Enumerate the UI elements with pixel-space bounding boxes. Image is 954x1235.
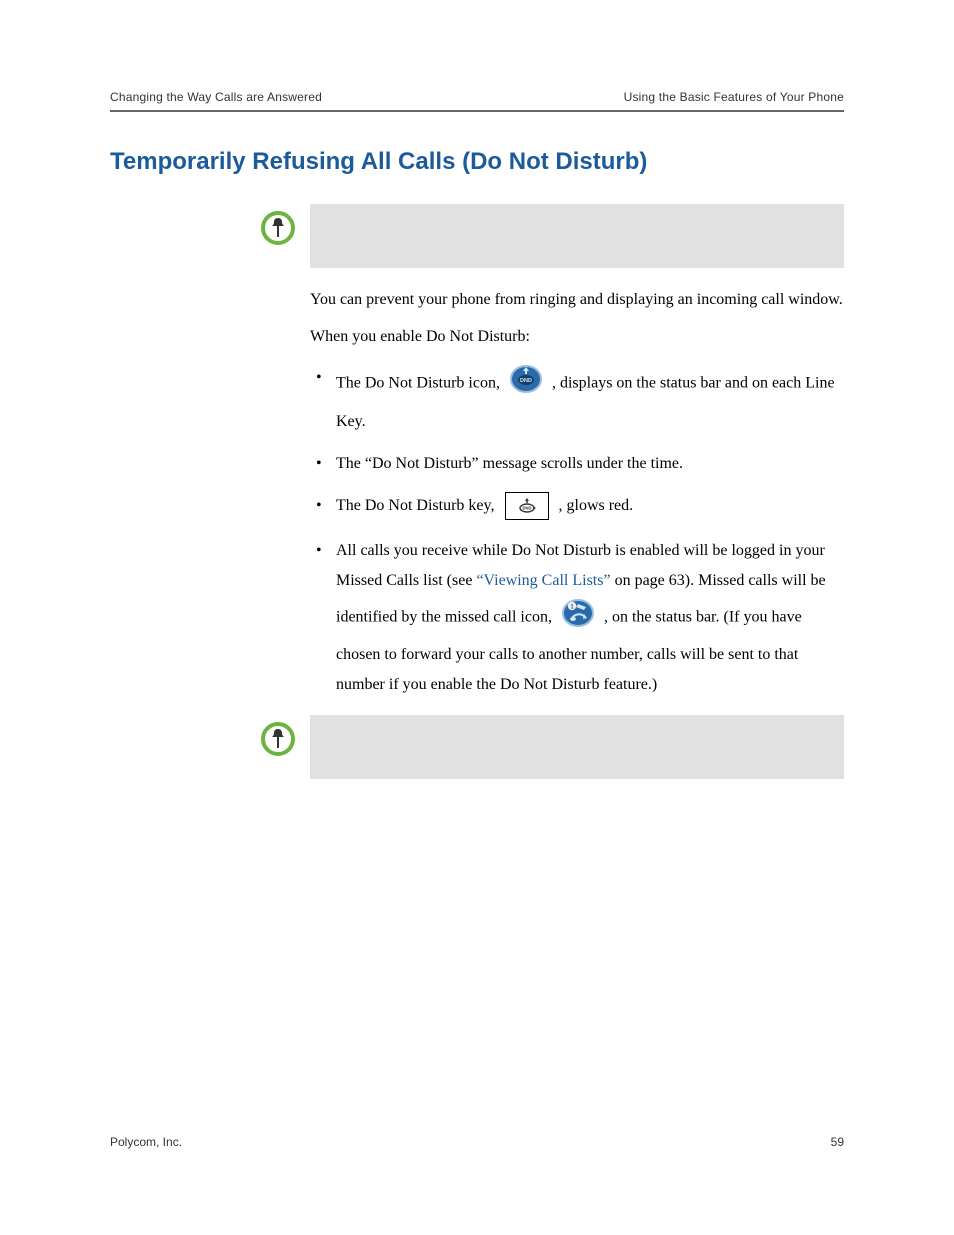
body-content: You can prevent your phone from ringing … — [310, 288, 844, 701]
header-right: Using the Basic Features of Your Phone — [624, 90, 844, 104]
paragraph: When you enable Do Not Disturb: — [310, 325, 844, 348]
running-header: Changing the Way Calls are Answered Usin… — [110, 90, 844, 112]
pushpin-icon — [260, 210, 296, 246]
page-title: Temporarily Refusing All Calls (Do Not D… — [110, 148, 844, 176]
list-item: The Do Not Disturb key, DND , glows red. — [310, 490, 844, 522]
text: The “Do Not Disturb” message scrolls und… — [336, 455, 683, 472]
pushpin-icon — [260, 721, 296, 757]
page-footer: Polycom, Inc. 59 — [110, 1135, 844, 1149]
list-item: All calls you receive while Do Not Distu… — [310, 536, 844, 701]
text: The Do Not Disturb key, — [336, 497, 499, 514]
list-item: The “Do Not Disturb” message scrolls und… — [310, 452, 844, 475]
bullet-list: The Do Not Disturb icon, DND , displays … — [310, 362, 844, 700]
list-item: The Do Not Disturb icon, DND , displays … — [310, 362, 844, 438]
svg-text:DND: DND — [522, 505, 531, 510]
note-callout — [250, 204, 844, 268]
missed-call-icon: 1 — [560, 596, 596, 639]
note-callout — [250, 715, 844, 779]
text: , glows red. — [559, 497, 634, 514]
footer-left: Polycom, Inc. — [110, 1135, 182, 1149]
header-left: Changing the Way Calls are Answered — [110, 90, 322, 104]
dnd-key-icon: DND — [505, 492, 549, 520]
footer-page-number: 59 — [831, 1135, 844, 1149]
viewing-call-lists-link[interactable]: “Viewing Call Lists” — [476, 572, 610, 589]
svg-text:DND: DND — [520, 378, 532, 384]
dnd-status-icon: DND — [508, 362, 544, 406]
text: The Do Not Disturb icon, — [336, 375, 504, 392]
page: Changing the Way Calls are Answered Usin… — [0, 0, 954, 1235]
paragraph: You can prevent your phone from ringing … — [310, 288, 844, 311]
